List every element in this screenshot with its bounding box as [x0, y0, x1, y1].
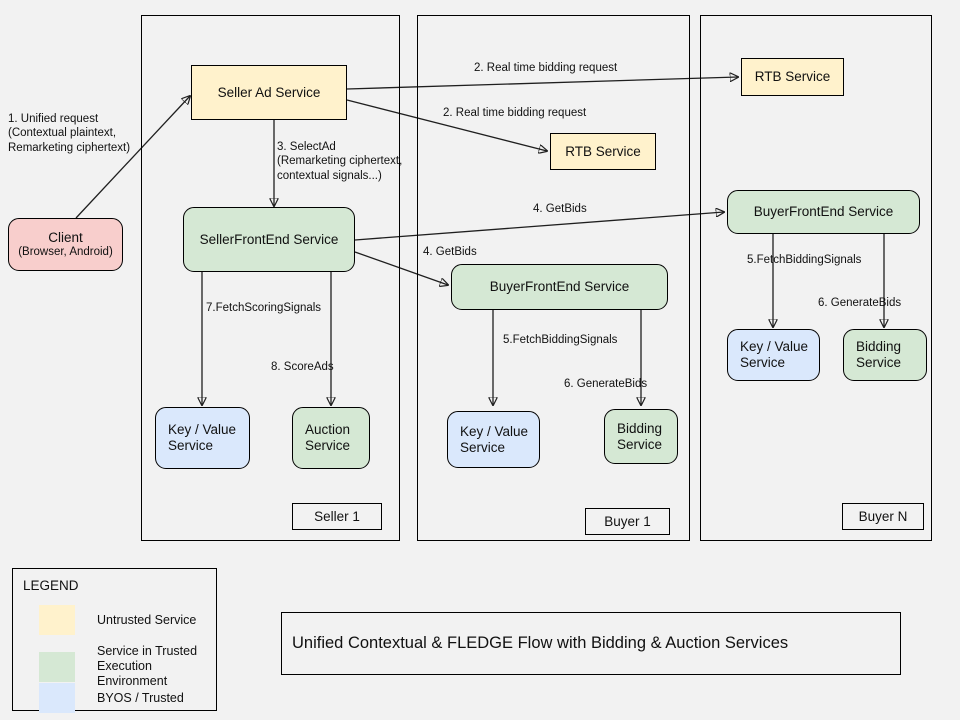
node-buyerN-bidding-service-line2: Service	[856, 355, 902, 370]
node-buyerN-bidding-service-line1: Bidding	[856, 339, 902, 355]
panel-tag-seller-1: Seller 1	[292, 503, 382, 530]
edge-label-getbids-top: 4. GetBids	[533, 203, 587, 215]
node-rtb-service-top-label: RTB Service	[754, 69, 831, 85]
edge-label-score-ads: 8. ScoreAds	[271, 361, 334, 373]
node-rtb-service-mid[interactable]: RTB Service	[550, 133, 656, 170]
node-rtb-service-mid-label: RTB Service	[565, 143, 641, 159]
node-buyerN-key-value-service[interactable]: Key / Value Service	[727, 329, 820, 381]
node-client-label: Client	[48, 229, 83, 245]
node-client-sublabel: (Browser, Android)	[18, 245, 113, 258]
legend-item-byos: BYOS / Trusted	[39, 683, 184, 713]
node-rtb-service-top[interactable]: RTB Service	[741, 58, 844, 96]
legend-title: LEGEND	[23, 578, 79, 593]
edge-label-buyerN-generate-bids: 6. GenerateBids	[818, 297, 902, 309]
edge-label-getbids-mid: 4. GetBids	[423, 246, 477, 258]
node-seller-key-value-service-line1: Key / Value	[168, 422, 237, 438]
node-buyerN-key-value-service-line1: Key / Value	[740, 339, 809, 355]
node-buyerN-frontend-service[interactable]: BuyerFrontEnd Service	[727, 190, 920, 234]
node-seller-ad-service-label: Seller Ad Service	[217, 84, 321, 100]
legend-swatch-untrusted-icon	[39, 605, 75, 635]
edge-label-rtb-top: 2. Real time bidding request	[474, 62, 618, 74]
node-buyerN-frontend-service-label: BuyerFrontEnd Service	[753, 204, 894, 220]
node-seller-key-value-service-line2: Service	[168, 438, 214, 453]
node-buyer1-frontend-service[interactable]: BuyerFrontEnd Service	[451, 264, 668, 310]
diagram-title-box: Unified Contextual & FLEDGE Flow with Bi…	[281, 612, 901, 675]
edge-label-fetch-scoring-signals: 7.FetchScoringSignals	[206, 302, 322, 314]
edge-label-unified-request: 1. Unified request (Contextual plaintext…	[8, 113, 131, 154]
edge-label-select-ad: 3. SelectAd (Remarketing ciphertext, con…	[277, 141, 403, 182]
node-buyer1-key-value-service-line2: Service	[460, 439, 506, 455]
panel-tag-buyer-n-label: Buyer N	[858, 509, 908, 524]
node-seller-frontend-service-label: SellerFrontEnd Service	[199, 231, 339, 247]
node-seller-ad-service[interactable]: Seller Ad Service	[191, 65, 347, 120]
node-buyer1-key-value-service[interactable]: Key / Value Service	[447, 411, 540, 468]
edge-label-buyer1-fetch-bidding-signals: 5.FetchBiddingSignals	[503, 334, 618, 346]
node-buyer1-frontend-service-label: BuyerFrontEnd Service	[489, 279, 630, 295]
node-client[interactable]: Client (Browser, Android)	[8, 218, 123, 271]
legend-label-byos: BYOS / Trusted	[97, 690, 184, 705]
node-buyer1-bidding-service[interactable]: Bidding Service	[604, 409, 678, 464]
node-buyerN-bidding-service[interactable]: Bidding Service	[843, 329, 927, 381]
legend-label-untrusted: Untrusted Service	[97, 612, 197, 627]
diagram-canvas: Seller 1 Buyer 1 Buyer N Client (Browser…	[0, 0, 960, 720]
node-auction-service-line2: Service	[305, 438, 351, 453]
node-auction-service[interactable]: Auction Service	[292, 407, 370, 469]
node-seller-key-value-service[interactable]: Key / Value Service	[155, 407, 250, 469]
legend-swatch-tee-icon	[39, 651, 75, 682]
node-seller-frontend-service[interactable]: SellerFrontEnd Service	[183, 207, 355, 272]
panel-tag-buyer-n: Buyer N	[842, 503, 924, 530]
node-buyer1-key-value-service-line1: Key / Value	[460, 423, 529, 439]
edge-label-buyer1-generate-bids: 6. GenerateBids	[564, 378, 648, 390]
legend-swatch-byos-icon	[39, 683, 75, 713]
panel-tag-seller-1-label: Seller 1	[314, 509, 360, 524]
node-buyer1-bidding-service-line2: Service	[617, 436, 663, 452]
edge-label-buyerN-fetch-bidding-signals: 5.FetchBiddingSignals	[747, 254, 862, 266]
edge-label-rtb-mid: 2. Real time bidding request	[443, 107, 587, 119]
legend: LEGEND Untrusted Service Service in Trus…	[12, 568, 217, 713]
panel-tag-buyer-1: Buyer 1	[585, 508, 670, 535]
diagram-title: Unified Contextual & FLEDGE Flow with Bi…	[292, 634, 789, 652]
panel-tag-buyer-1-label: Buyer 1	[604, 514, 651, 529]
legend-item-untrusted: Untrusted Service	[39, 605, 196, 635]
node-buyerN-key-value-service-line2: Service	[740, 355, 786, 370]
node-auction-service-line1: Auction	[305, 422, 351, 438]
node-buyer1-bidding-service-line1: Bidding	[617, 420, 663, 436]
